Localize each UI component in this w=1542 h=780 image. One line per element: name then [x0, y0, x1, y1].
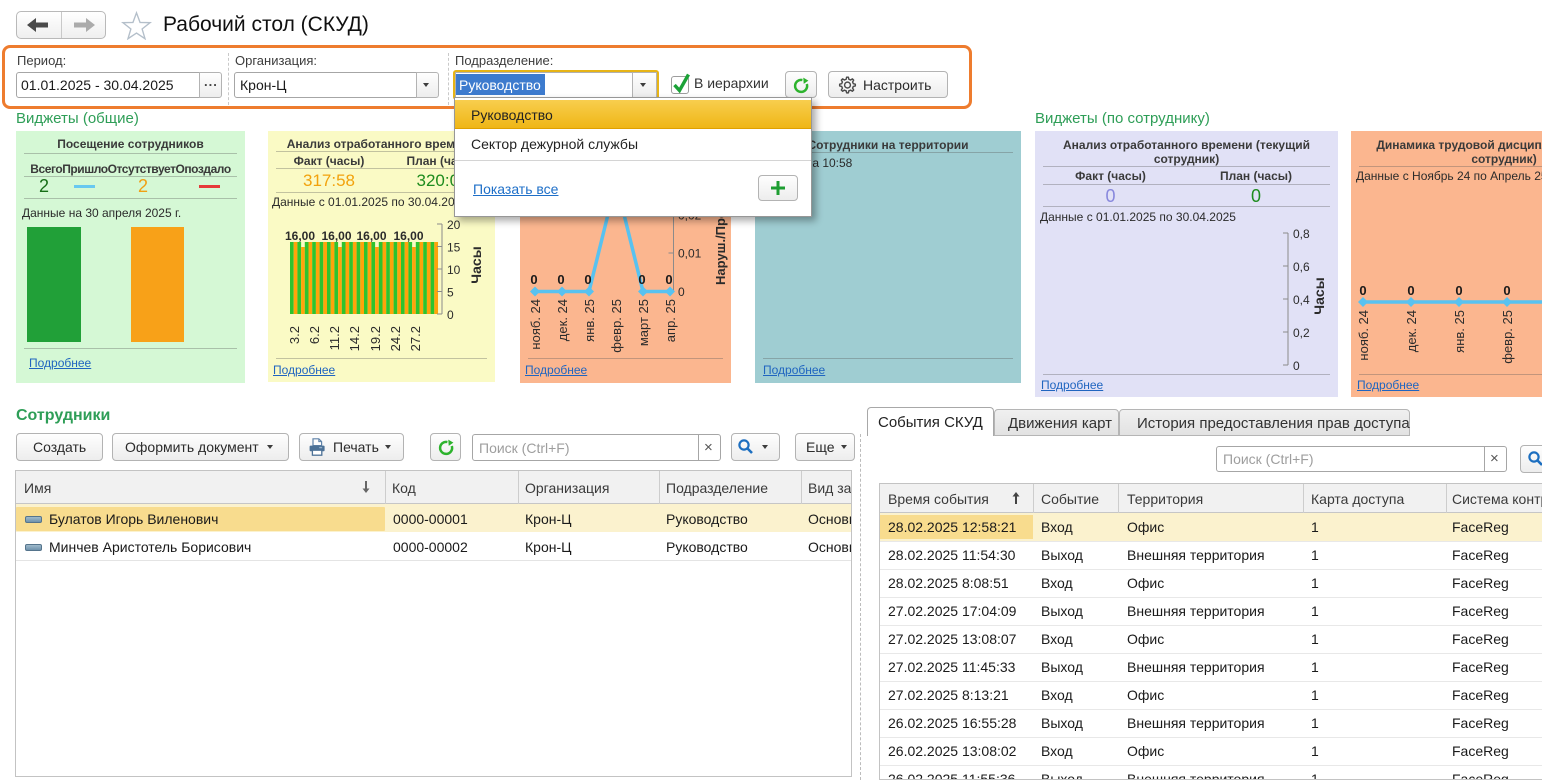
svg-text:16,00: 16,00 [393, 229, 423, 243]
svg-text:20: 20 [447, 218, 461, 232]
svg-text:0: 0 [1455, 283, 1462, 298]
svg-text:Часы: Часы [1311, 277, 1327, 314]
svg-text:нояб. 24: нояб. 24 [1356, 310, 1371, 361]
svg-text:февр. 25: февр. 25 [1500, 310, 1515, 364]
svg-text:апр. 25: апр. 25 [663, 299, 678, 342]
svg-text:3.2: 3.2 [287, 326, 302, 344]
svg-text:0: 0 [1359, 283, 1366, 298]
svg-text:0,4: 0,4 [1293, 293, 1310, 307]
svg-text:16,00: 16,00 [285, 229, 315, 243]
svg-text:0: 0 [638, 272, 645, 287]
svg-text:дек. 24: дек. 24 [555, 299, 570, 341]
svg-text:6.2: 6.2 [307, 326, 322, 344]
svg-text:0: 0 [584, 272, 591, 287]
svg-text:0: 0 [557, 272, 564, 287]
svg-text:0: 0 [530, 272, 537, 287]
svg-text:15: 15 [447, 241, 461, 255]
svg-text:5: 5 [447, 286, 454, 300]
svg-text:0: 0 [1503, 283, 1510, 298]
svg-text:дек. 24: дек. 24 [1404, 310, 1419, 352]
svg-text:0,8: 0,8 [1293, 227, 1310, 241]
svg-text:16,00: 16,00 [356, 229, 386, 243]
svg-text:Часы: Часы [468, 246, 484, 283]
svg-text:0,2: 0,2 [1293, 326, 1310, 340]
svg-text:14.2: 14.2 [347, 326, 362, 351]
svg-text:0: 0 [1293, 359, 1300, 373]
svg-text:февр. 25: февр. 25 [609, 299, 624, 353]
svg-text:10: 10 [447, 263, 461, 277]
svg-text:0,6: 0,6 [1293, 260, 1310, 274]
svg-text:0: 0 [1407, 283, 1414, 298]
svg-text:0: 0 [665, 272, 672, 287]
svg-text:11.2: 11.2 [327, 326, 342, 350]
svg-text:16,00: 16,00 [321, 229, 351, 243]
svg-text:0: 0 [678, 285, 685, 299]
svg-text:0,01: 0,01 [678, 247, 702, 261]
svg-text:19.2: 19.2 [368, 326, 383, 351]
svg-text:янв. 25: янв. 25 [582, 299, 597, 342]
svg-text:март 25: март 25 [636, 299, 651, 346]
svg-text:янв. 25: янв. 25 [1452, 310, 1467, 353]
svg-text:24.2: 24.2 [388, 326, 403, 351]
svg-text:0: 0 [447, 308, 454, 322]
svg-text:27.2: 27.2 [408, 326, 423, 351]
svg-text:нояб. 24: нояб. 24 [528, 299, 543, 350]
